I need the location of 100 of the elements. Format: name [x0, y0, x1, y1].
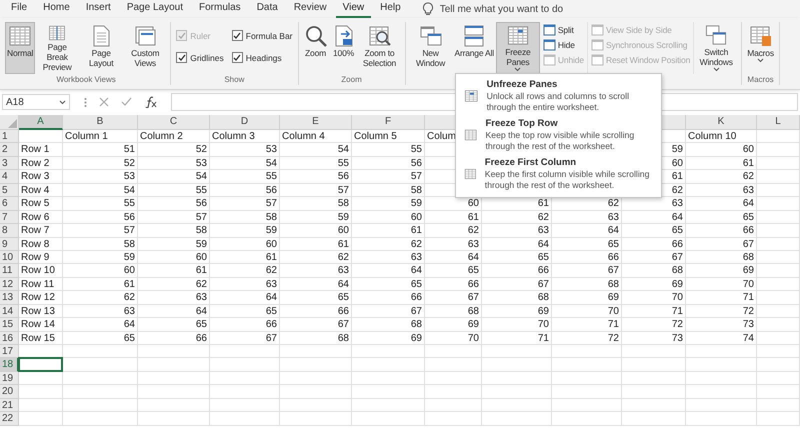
ribbon-button[interactable]: Macros [745, 22, 776, 74]
table-cell: 51 [63, 143, 138, 157]
column-header[interactable]: E [280, 115, 352, 130]
table-cell [757, 278, 800, 292]
search-field[interactable]: Tell me what you want to do [440, 4, 610, 14]
table-cell: 66 [622, 238, 686, 251]
column-header[interactable]: F [352, 115, 425, 130]
table-cell: 56 [352, 156, 425, 170]
table-cell [425, 358, 482, 372]
column-header[interactable]: C [138, 115, 210, 130]
checkbox[interactable] [232, 30, 243, 41]
table-cell: 74 [686, 332, 757, 345]
ribbon-button[interactable]: Switch Windows [694, 22, 738, 74]
row-header[interactable]: 13 [0, 291, 19, 305]
table-cell [757, 412, 800, 426]
table-cell: Row 14 [19, 318, 63, 332]
checkbox[interactable] [176, 52, 188, 63]
ribbon-button[interactable]: Page Layout [79, 22, 124, 74]
table-cell: 53 [138, 156, 210, 170]
table-cell: Row 13 [19, 304, 63, 318]
table-cell: 73 [686, 318, 757, 332]
row-header[interactable]: 19 [0, 372, 19, 386]
table-cell: 63 [280, 264, 352, 278]
row-header[interactable]: 14 [0, 304, 19, 318]
table-cell: Column 1 [63, 130, 138, 144]
table-cell: 54 [63, 184, 138, 198]
ribbon-button[interactable]: New Window [408, 22, 453, 74]
row-header[interactable]: 7 [0, 210, 19, 224]
table-cell [757, 143, 800, 157]
menu-tab[interactable]: Page Layout [120, 0, 190, 18]
row-header[interactable]: 6 [0, 197, 19, 211]
ribbon-button[interactable]: Zoom to Selection [358, 22, 402, 74]
command-label: Synchronous Scrolling [606, 40, 688, 50]
menu-tab[interactable]: Home [36, 0, 77, 18]
row-header[interactable]: 12 [0, 278, 19, 292]
row-header[interactable]: 15 [0, 318, 19, 332]
table-cell: 61 [686, 156, 757, 170]
ribbon-button[interactable]: Freeze Panes [496, 22, 540, 74]
checkbox[interactable] [232, 52, 243, 63]
ribbon-button[interactable]: Page Break Preview [35, 22, 80, 74]
command-label[interactable]: Split [558, 25, 574, 35]
column-header[interactable]: B [63, 115, 138, 130]
row-header[interactable]: 21 [0, 398, 19, 412]
menu-tab[interactable]: Help [373, 0, 408, 18]
table-cell [210, 372, 280, 386]
row-header[interactable]: 22 [0, 412, 19, 426]
ribbon-button[interactable]: 100% [330, 22, 358, 74]
menu-item[interactable]: Unfreeze Panes Unlock all rows and columns to scroll through the entire worksheet. [456, 77, 661, 116]
table-cell: 64 [686, 197, 757, 211]
column-header[interactable]: K [686, 115, 757, 130]
table-cell: 61 [425, 210, 482, 224]
table-cell: 54 [210, 156, 280, 170]
row-header[interactable]: 20 [0, 385, 19, 399]
menu-tab[interactable]: Data [250, 0, 285, 18]
command-label[interactable]: Hide [558, 40, 575, 50]
table-cell: 62 [138, 278, 210, 292]
table-cell: 56 [210, 184, 280, 198]
table-cell [757, 210, 800, 224]
table-cell [757, 358, 800, 372]
table-cell: 57 [210, 197, 280, 211]
row-header[interactable]: 11 [0, 264, 19, 278]
row-header[interactable]: 3 [0, 156, 19, 170]
row-header[interactable]: 9 [0, 238, 19, 251]
table-cell [138, 385, 210, 399]
ribbon-button[interactable]: Arrange All [452, 22, 496, 74]
ribbon-button[interactable]: Zoom [302, 22, 330, 74]
table-cell [425, 372, 482, 386]
ribbon-button[interactable]: Custom Views [123, 22, 168, 74]
table-cell: 64 [552, 224, 622, 238]
group-label: Macros [746, 74, 775, 85]
row-header[interactable]: 17 [0, 345, 19, 358]
row-header[interactable]: 18 [0, 358, 19, 372]
row-header[interactable]: 1 [0, 130, 19, 144]
menu-tab[interactable]: Insert [78, 0, 118, 18]
table-cell: 66 [210, 318, 280, 332]
row-header[interactable]: 10 [0, 250, 19, 264]
row-header[interactable]: 4 [0, 170, 19, 184]
name-box[interactable]: A18 [2, 94, 70, 110]
menu-tab[interactable]: File [4, 0, 34, 18]
table-cell: 65 [63, 332, 138, 345]
table-cell: 65 [552, 238, 622, 251]
column-header[interactable]: L [757, 115, 800, 130]
ribbon-button[interactable]: Normal [5, 22, 36, 74]
row-header[interactable]: 16 [0, 332, 19, 345]
column-header[interactable]: D [210, 115, 280, 130]
row-header[interactable]: 2 [0, 143, 19, 157]
table-cell [280, 398, 352, 412]
group-label: Show [223, 74, 246, 85]
row-header[interactable]: 5 [0, 184, 19, 198]
table-cell: 65 [352, 278, 425, 292]
window-icon [590, 24, 604, 36]
row-header[interactable]: 8 [0, 224, 19, 238]
column-header[interactable]: A [19, 115, 63, 130]
lightbulb-icon [422, 2, 434, 16]
menu-tab[interactable]: Review [286, 0, 334, 18]
table-cell: 70 [552, 304, 622, 318]
table-cell: 65 [138, 318, 210, 332]
table-cell: 58 [210, 210, 280, 224]
table-cell: 64 [280, 278, 352, 292]
menu-tab[interactable]: Formulas [192, 0, 248, 18]
